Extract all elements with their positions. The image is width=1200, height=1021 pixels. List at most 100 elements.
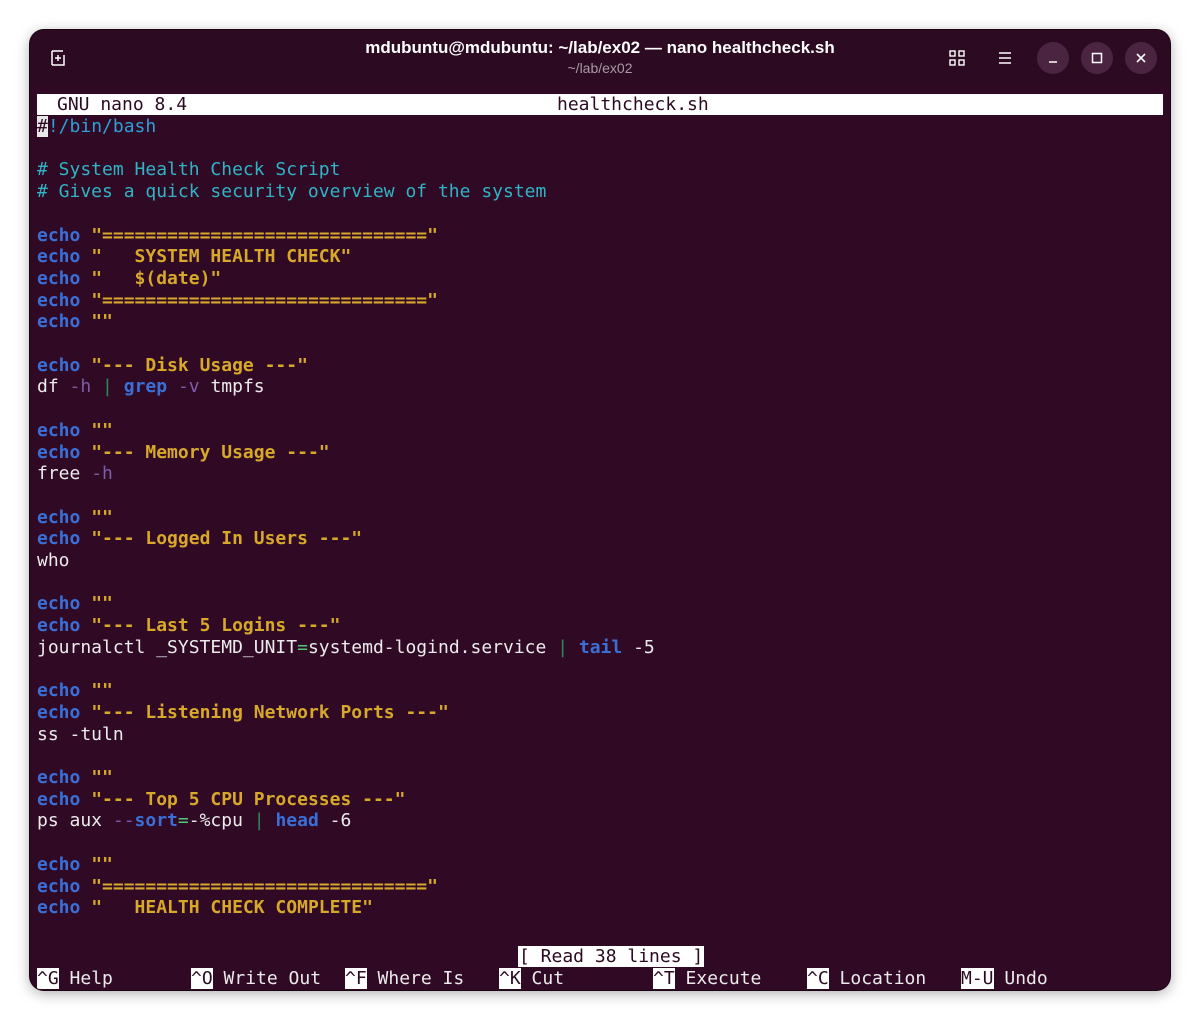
code-token: echo xyxy=(37,853,81,875)
code-token: tail xyxy=(578,636,623,658)
code-token: "" xyxy=(91,311,113,333)
code-token: -%cpu xyxy=(188,810,254,832)
code-token: !/bin/bash xyxy=(47,116,157,137)
code-token: "" xyxy=(91,419,113,441)
code-line: # Gives a quick security overview of the… xyxy=(37,181,546,203)
title-bar[interactable]: mdubuntu@mdubuntu: ~/lab/ex02 — nano hea… xyxy=(30,30,1170,86)
shortcut-key: ^O xyxy=(191,968,213,989)
code-line: echo "--- Logged In Users ---" xyxy=(37,528,362,550)
code-token: "==============================" xyxy=(91,875,438,897)
code-token: "--- Disk Usage ---" xyxy=(91,354,308,376)
shortcut-label: Execute xyxy=(674,968,762,989)
code-token: -5 xyxy=(622,636,655,658)
shortcut-cut[interactable]: ^K Cut xyxy=(499,968,564,990)
code-line: echo "--- Listening Network Ports ---" xyxy=(37,702,449,724)
code-line: echo "" xyxy=(37,767,113,789)
shortcut-label: Write Out xyxy=(212,968,322,989)
code-token: -h xyxy=(91,463,113,485)
code-token: "" xyxy=(91,767,113,788)
code-line: echo "--- Last 5 Logins ---" xyxy=(37,615,340,637)
code-token: who xyxy=(37,550,70,571)
status-message: [ Read 38 lines ] xyxy=(518,946,705,967)
code-token: systemd-logind.service xyxy=(307,636,558,658)
minimize-icon[interactable] xyxy=(1037,42,1069,74)
code-token: sort xyxy=(134,810,178,832)
shortcut-undo[interactable]: M-U Undo xyxy=(961,968,1048,990)
shortcut-where-is[interactable]: ^F Where Is xyxy=(345,968,464,990)
shortcut-key: ^T xyxy=(653,968,675,989)
text-cursor: # xyxy=(37,116,48,137)
code-token: echo xyxy=(37,224,81,246)
terminal-area[interactable]: GNU nano 8.4 healthcheck.sh #!/bin/bash #… xyxy=(30,92,1170,990)
code-line: journalctl _SYSTEMD_UNIT=systemd-logind.… xyxy=(37,637,655,659)
code-token: echo xyxy=(37,897,81,919)
shortcut-help[interactable]: ^G Help xyxy=(37,968,113,990)
code-token: echo xyxy=(37,788,81,810)
code-token: "--- Top 5 CPU Processes ---" xyxy=(91,788,406,810)
code-token: echo xyxy=(37,419,81,441)
code-line: echo "" xyxy=(37,420,113,442)
code-token: | xyxy=(557,636,569,658)
nano-filename: healthcheck.sh xyxy=(557,94,709,115)
code-token: ps aux xyxy=(37,810,113,832)
terminal-window: mdubuntu@mdubuntu: ~/lab/ex02 — nano hea… xyxy=(30,30,1170,990)
code-line: echo "==============================" xyxy=(37,225,438,247)
code-token: "" xyxy=(91,593,113,615)
code-token: "" xyxy=(91,680,113,702)
shortcut-label: Undo xyxy=(993,968,1048,989)
code-token: # System Health Check Script xyxy=(37,159,341,181)
shortcut-key: M-U xyxy=(961,968,994,989)
shortcut-execute[interactable]: ^T Execute xyxy=(653,968,761,990)
code-token: df xyxy=(37,376,70,398)
shortcut-key: ^K xyxy=(499,968,521,989)
nano-header: GNU nano 8.4 healthcheck.sh xyxy=(37,94,1163,115)
maximize-icon[interactable] xyxy=(1081,42,1113,74)
code-line: free -h xyxy=(37,463,113,485)
code-token: echo xyxy=(37,354,81,376)
code-token: "" xyxy=(91,853,113,875)
code-token: echo xyxy=(37,311,81,333)
code-token: journalctl _SYSTEMD_UNIT xyxy=(37,636,298,658)
code-token: echo xyxy=(37,246,81,268)
code-token: "--- Listening Network Ports ---" xyxy=(91,701,449,723)
code-line: ss -tuln xyxy=(37,724,124,746)
code-line: df -h | grep -v tmpfs xyxy=(37,376,265,398)
close-icon[interactable] xyxy=(1125,42,1157,74)
code-token: tmpfs xyxy=(199,376,265,398)
code-line: echo "--- Memory Usage ---" xyxy=(37,442,330,464)
code-line: who xyxy=(37,550,70,572)
code-token: head xyxy=(275,810,319,832)
shortcut-location[interactable]: ^C Location xyxy=(807,968,926,990)
code-token: # Gives a quick security overview of the… xyxy=(37,181,547,203)
code-token: echo xyxy=(37,767,81,788)
code-line: echo "==============================" xyxy=(37,290,438,312)
shortcut-write-out[interactable]: ^O Write Out xyxy=(191,968,321,990)
code-token: echo xyxy=(37,875,81,897)
code-line: echo "" xyxy=(37,507,113,529)
code-token: "==============================" xyxy=(91,224,438,246)
code-line: echo "--- Disk Usage ---" xyxy=(37,355,308,377)
code-token: "==============================" xyxy=(91,289,438,311)
code-token: " $(date)" xyxy=(91,267,222,289)
code-line: #!/bin/bash xyxy=(37,116,156,138)
code-line: echo "--- Top 5 CPU Processes ---" xyxy=(37,789,405,811)
shortcut-key: ^G xyxy=(37,968,59,989)
code-token: echo xyxy=(37,267,81,289)
grid-view-icon[interactable] xyxy=(941,42,973,74)
code-token: "--- Last 5 Logins ---" xyxy=(91,615,341,637)
hamburger-menu-icon[interactable] xyxy=(989,42,1021,74)
shortcut-key: ^C xyxy=(807,968,829,989)
